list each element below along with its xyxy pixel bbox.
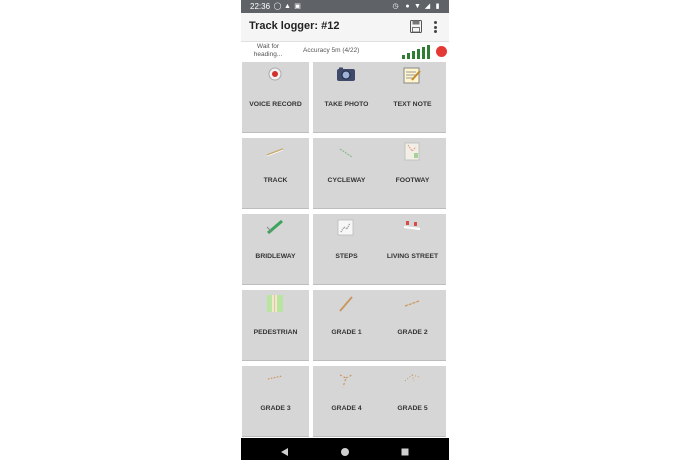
living-street-icon [400,217,424,241]
save-button[interactable] [410,20,422,33]
cycleway-button[interactable]: CYCLEWAY [313,138,380,209]
status-bar: 22:36 ◯ ▲ ▣ ◷ ● ▼ ◢ ▮ [241,0,449,13]
living-street-button[interactable]: LIVING STREET [379,214,446,285]
cycleway-icon [334,141,358,165]
home-button[interactable] [340,444,350,456]
poi-button-grid: VOICE RECORD TAKE PHOTO TEXT NOTE TRACK [242,62,449,438]
bridleway-button[interactable]: BRIDLEWAY [242,214,309,285]
home-icon [341,448,349,456]
pedestrian-button[interactable]: PEDESTRIAN [242,290,309,361]
save-icon [410,20,422,33]
grade-4-icon [334,369,358,393]
grade-5-icon [400,369,424,393]
back-button[interactable] [280,444,290,456]
grade-1-button[interactable]: GRADE 1 [313,290,380,361]
grade-5-button[interactable]: GRADE 5 [379,366,446,437]
notification-icon: ▲ [284,3,291,10]
signal-icon: ◢ [424,3,431,10]
grade-4-button[interactable]: GRADE 4 [313,366,380,437]
accuracy-status: Accuracy 5m (4/22) [303,47,360,54]
more-vert-icon [434,21,437,24]
battery-icon: ▮ [435,3,440,10]
steps-button[interactable]: STEPS [313,214,380,285]
recording-indicator-icon[interactable] [436,46,447,57]
status-time: 22:36 [250,2,271,11]
footway-button[interactable]: FOOTWAY [379,138,446,209]
info-row: Wait for heading... Accuracy 5m (4/22) [241,42,449,62]
navigation-bar [241,438,449,460]
pedestrian-icon [263,293,287,317]
gallery-icon: ▣ [294,3,301,10]
app-title: Track logger: #12 [249,20,340,32]
heading-status: Wait for heading... [253,43,283,58]
more-options-button[interactable] [432,20,440,34]
recents-button[interactable] [400,444,410,456]
track-icon [263,141,287,165]
grade-2-icon [400,293,424,317]
text-note-icon [400,65,424,89]
location-icon: ● [405,3,410,10]
steps-icon [334,217,358,241]
phone-screen: 22:36 ◯ ▲ ▣ ◷ ● ▼ ◢ ▮ Track logger: #12 … [241,0,449,460]
grade-3-button[interactable]: GRADE 3 [242,366,309,437]
grade-2-button[interactable]: GRADE 2 [379,290,446,361]
wifi-icon: ▼ [414,3,421,10]
app-bar: Track logger: #12 [241,13,449,42]
whatsapp-icon: ◯ [273,3,282,10]
alarm-icon: ◷ [392,3,399,10]
recents-icon [401,448,409,456]
track-button[interactable]: TRACK [242,138,309,209]
voice-record-icon [263,65,287,89]
back-icon [281,448,288,456]
footway-icon [400,141,424,165]
camera-icon [334,65,358,89]
take-photo-button[interactable]: TAKE PHOTO [313,62,380,133]
bridleway-icon [263,217,287,241]
grade-3-icon [263,369,287,393]
voice-record-button[interactable]: VOICE RECORD [242,62,309,133]
grade-1-icon [334,293,358,317]
text-note-button[interactable]: TEXT NOTE [379,62,446,133]
signal-strength-icon [402,44,434,59]
